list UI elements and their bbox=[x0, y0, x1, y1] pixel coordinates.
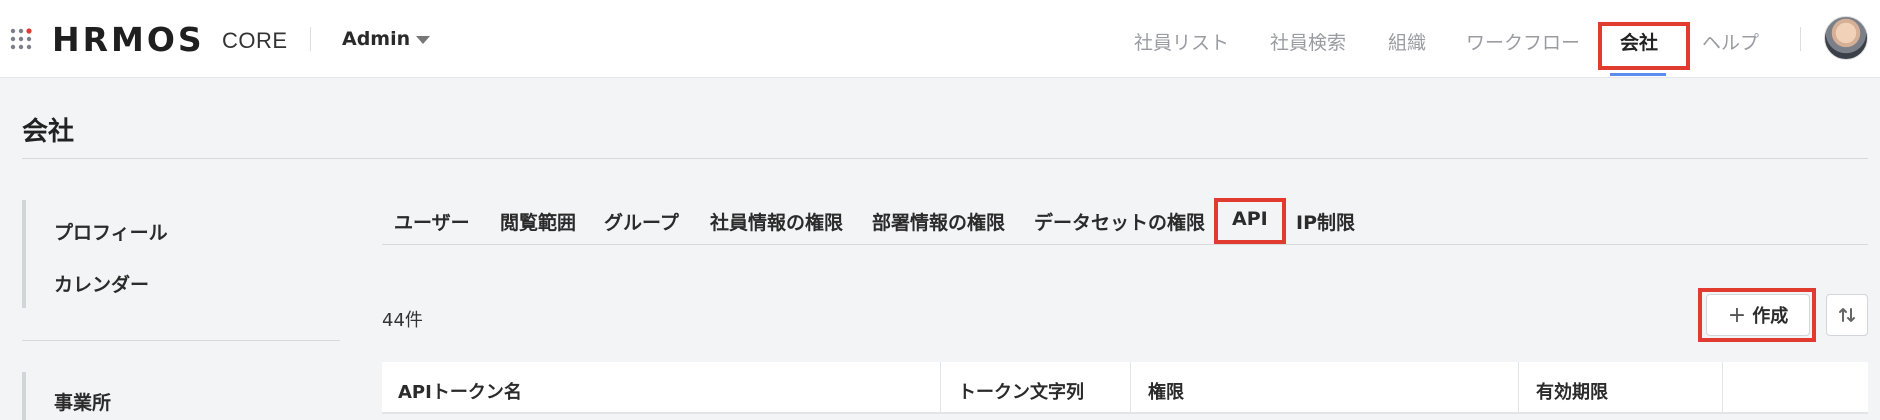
app-grid-icon[interactable] bbox=[10, 28, 32, 50]
tab-api[interactable]: API bbox=[1232, 208, 1268, 230]
sidebar-item-profile[interactable]: プロフィール bbox=[54, 218, 168, 245]
column-divider bbox=[1518, 362, 1519, 414]
tabs-divider bbox=[382, 244, 1868, 245]
tab-dataset-permissions[interactable]: データセットの権限 bbox=[1034, 208, 1205, 235]
nav-organization[interactable]: 組織 bbox=[1388, 28, 1426, 55]
plus-icon: + bbox=[1727, 302, 1747, 328]
user-avatar[interactable] bbox=[1824, 16, 1868, 60]
column-header-token-string[interactable]: トークン文字列 bbox=[958, 378, 1084, 404]
divider bbox=[1800, 27, 1801, 51]
nav-employee-list[interactable]: 社員リスト bbox=[1134, 28, 1229, 55]
title-divider bbox=[22, 158, 1868, 159]
tab-ip-restriction[interactable]: IP制限 bbox=[1296, 208, 1355, 235]
sidebar-group-indicator bbox=[22, 200, 26, 308]
column-header-permission[interactable]: 権限 bbox=[1148, 378, 1184, 404]
sort-button[interactable] bbox=[1826, 294, 1868, 336]
sidebar-divider bbox=[22, 340, 340, 341]
column-divider bbox=[1130, 362, 1131, 414]
sort-icon bbox=[1839, 308, 1855, 322]
create-button[interactable]: + 作成 bbox=[1706, 294, 1810, 336]
nav-active-indicator bbox=[1610, 73, 1666, 76]
top-header: HRMOS CORE Admin 社員リスト 社員検索 組織 ワークフロー 会社… bbox=[0, 0, 1880, 78]
result-count: 44件 bbox=[382, 310, 423, 331]
column-divider bbox=[940, 362, 941, 414]
page-title: 会社 bbox=[22, 117, 75, 147]
nav-help[interactable]: ヘルプ bbox=[1702, 28, 1759, 55]
column-header-token-name[interactable]: APIトークン名 bbox=[398, 378, 522, 404]
tab-department-info-permissions[interactable]: 部署情報の権限 bbox=[872, 208, 1005, 235]
divider bbox=[310, 27, 311, 51]
sidebar-item-calendar[interactable]: カレンダー bbox=[54, 270, 149, 297]
tab-users[interactable]: ユーザー bbox=[394, 208, 470, 235]
chevron-down-icon[interactable] bbox=[416, 36, 430, 44]
column-header-expiry[interactable]: 有効期限 bbox=[1536, 378, 1608, 404]
sidebar-item-offices[interactable]: 事業所 bbox=[54, 388, 111, 415]
create-button-label: 作成 bbox=[1752, 306, 1789, 327]
logo-text: HRMOS bbox=[52, 20, 205, 59]
api-token-table-header: APIトークン名 トークン文字列 権限 有効期限 bbox=[382, 362, 1868, 414]
logo-sub-text: CORE bbox=[222, 28, 288, 53]
account-switcher[interactable]: Admin bbox=[342, 28, 410, 50]
nav-employee-search[interactable]: 社員検索 bbox=[1270, 28, 1346, 55]
nav-company[interactable]: 会社 bbox=[1620, 28, 1658, 55]
sidebar-group-indicator bbox=[22, 372, 26, 420]
tab-view-scope[interactable]: 閲覧範囲 bbox=[500, 208, 576, 235]
hrmos-logo[interactable]: HRMOS bbox=[52, 20, 205, 59]
tab-employee-info-permissions[interactable]: 社員情報の権限 bbox=[710, 208, 843, 235]
column-divider bbox=[1722, 362, 1723, 414]
nav-workflow[interactable]: ワークフロー bbox=[1466, 28, 1580, 55]
tab-groups[interactable]: グループ bbox=[604, 208, 679, 235]
